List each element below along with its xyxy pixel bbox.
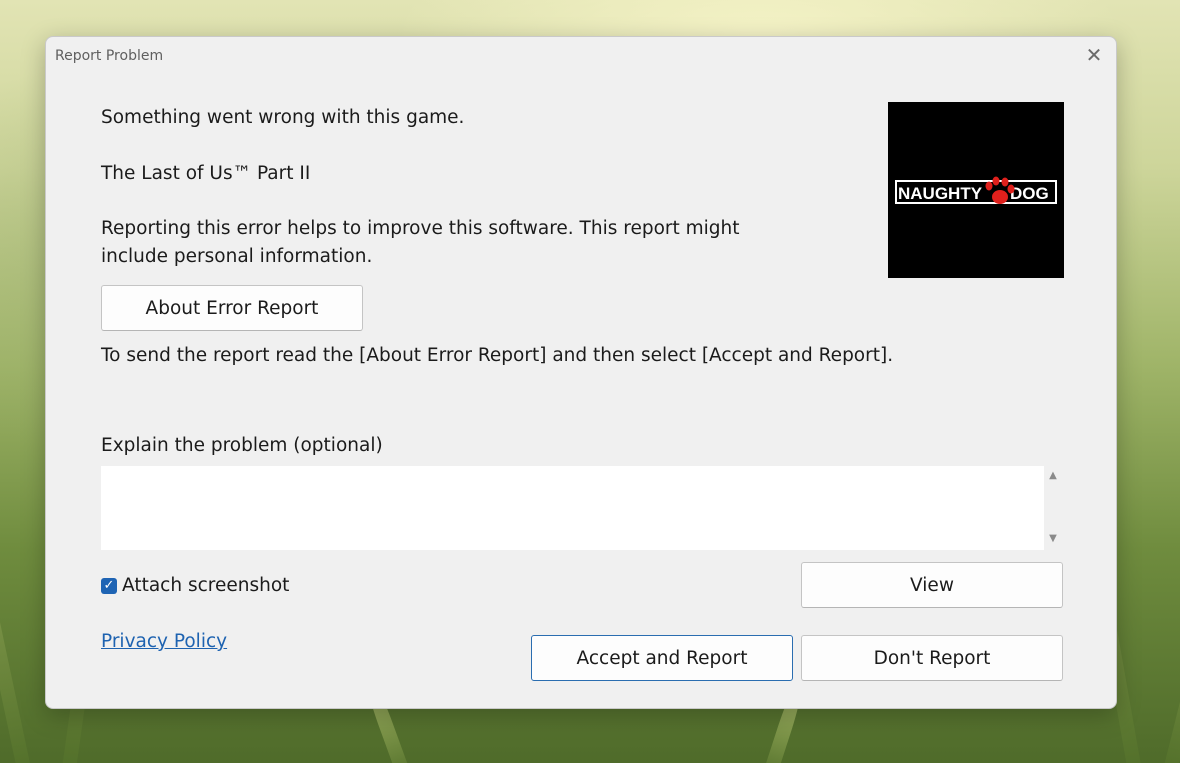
- grass-blade: [1160, 412, 1180, 763]
- dont-report-button[interactable]: Don't Report: [801, 635, 1063, 681]
- report-info-text: Reporting this error helps to improve th…: [101, 218, 740, 267]
- close-icon[interactable]: ✕: [1082, 44, 1106, 66]
- dialog-title: Report Problem: [55, 48, 164, 64]
- game-title: The Last of Us™ Part II: [101, 163, 311, 184]
- naughty-dog-logo: NAUGHTY DOG: [895, 176, 1057, 204]
- attach-screenshot-checkbox[interactable]: ✓: [101, 578, 117, 594]
- accept-and-report-button[interactable]: Accept and Report: [531, 635, 793, 681]
- error-message: Something went wrong with this game.: [101, 107, 465, 128]
- about-error-report-button[interactable]: About Error Report: [101, 285, 363, 331]
- title-bar: Report Problem ✕: [46, 37, 1116, 75]
- grass-blade: [0, 370, 34, 763]
- report-problem-dialog: Report Problem ✕ Something went wrong wi…: [45, 36, 1117, 709]
- problem-description-input[interactable]: [101, 466, 1044, 550]
- scroll-up-arrow-icon[interactable]: ▲: [1047, 470, 1059, 482]
- scroll-down-arrow-icon[interactable]: ▼: [1047, 533, 1059, 545]
- explain-label: Explain the problem (optional): [101, 435, 383, 456]
- desktop-background: Report Problem ✕ Something went wrong wi…: [0, 0, 1180, 763]
- attach-screenshot-label[interactable]: Attach screenshot: [122, 575, 289, 596]
- privacy-policy-link[interactable]: Privacy Policy: [101, 631, 227, 652]
- instruction-text: To send the report read the [About Error…: [101, 345, 894, 366]
- logo-text-right: DOG: [1010, 184, 1049, 203]
- publisher-logo: NAUGHTY DOG: [888, 102, 1064, 278]
- view-button[interactable]: View: [801, 562, 1063, 608]
- logo-text-left: NAUGHTY: [898, 184, 983, 203]
